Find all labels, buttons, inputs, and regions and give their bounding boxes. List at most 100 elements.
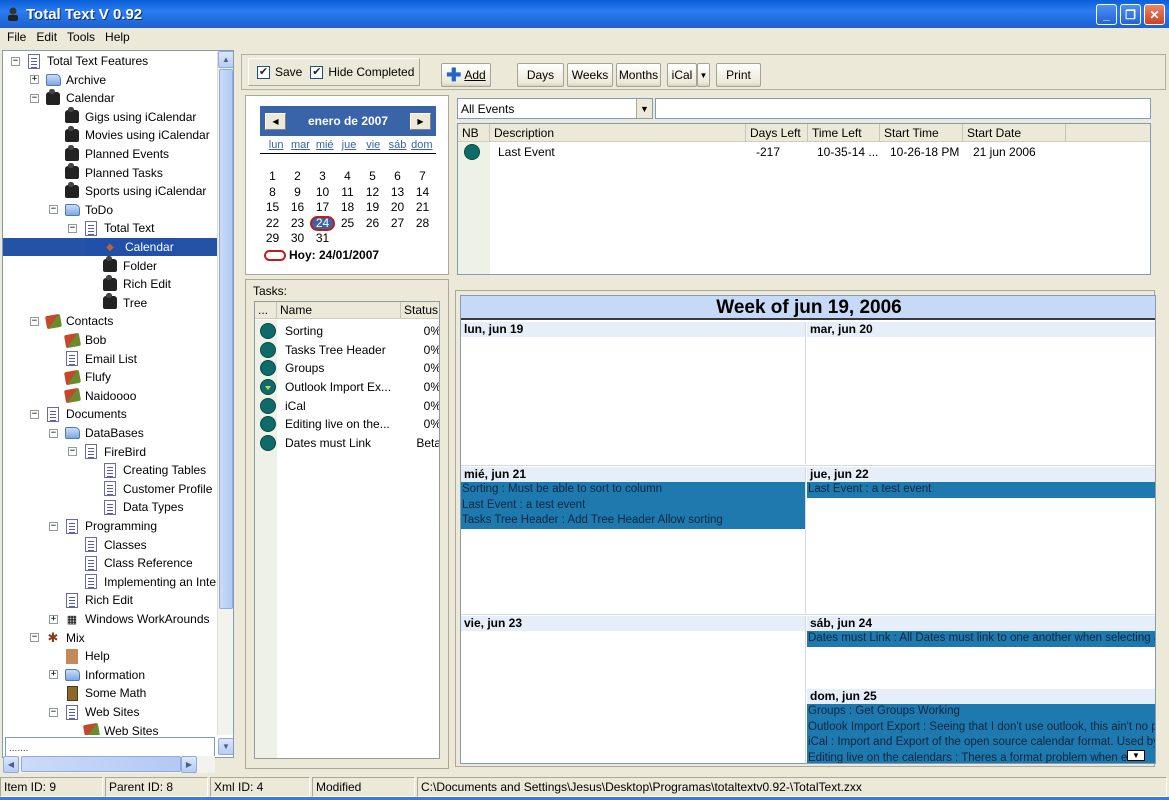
- tree-node[interactable]: Planned Tasks: [49, 163, 163, 182]
- tree-node[interactable]: ◆ Calendar: [87, 238, 176, 256]
- calendar-event[interactable]: Groups : Get Groups Working: [807, 704, 1155, 720]
- tree-expander-minus[interactable]: −: [68, 447, 77, 457]
- ical-button[interactable]: iCal: [667, 63, 697, 87]
- tree-expander-minus[interactable]: −: [30, 316, 39, 326]
- tree-node[interactable]: Some Math: [49, 684, 146, 702]
- tree-node[interactable]: + Information: [49, 666, 145, 684]
- calendar-event[interactable]: Editing live on the calendars : Theres a…: [807, 750, 1155, 763]
- column-header-description[interactable]: Description: [490, 124, 746, 142]
- close-button[interactable]: ✕: [1144, 4, 1165, 25]
- menu-tools[interactable]: Tools: [62, 30, 100, 44]
- calendar-day[interactable]: 5: [360, 169, 385, 185]
- week-day-cell[interactable]: lun, jun 19: [461, 322, 806, 464]
- week-day-cell[interactable]: mié, jun 21 Sorting : Must be able to sor…: [461, 467, 806, 613]
- tree-node[interactable]: − Programming: [49, 517, 157, 535]
- tree-node[interactable]: Help: [49, 647, 110, 665]
- calendar-day[interactable]: 6: [385, 169, 410, 185]
- tree-node[interactable]: Folder: [87, 256, 157, 275]
- calendar-day[interactable]: 3: [310, 169, 335, 185]
- week-day-cell[interactable]: sáb, jun 24 Dates must Link : All Dates m…: [807, 616, 1155, 686]
- tree-expander-minus[interactable]: −: [49, 205, 58, 215]
- week-day-cell[interactable]: mar, jun 20: [807, 322, 1155, 464]
- tree-node[interactable]: Class Reference: [68, 554, 193, 572]
- tree-expander-minus[interactable]: −: [49, 707, 58, 717]
- column-header-start-time[interactable]: Start Time: [880, 124, 963, 142]
- tree-node[interactable]: Flufy: [49, 368, 111, 386]
- chevron-down-icon[interactable]: ▼: [636, 99, 652, 118]
- months-button[interactable]: Months: [616, 63, 661, 87]
- column-header-time-left[interactable]: Time Left: [808, 124, 880, 142]
- calendar-day[interactable]: 10: [310, 185, 335, 201]
- restore-button[interactable]: ❐: [1120, 4, 1141, 25]
- calendar-event[interactable]: Outlook Import Export : Seeing that I do…: [807, 719, 1155, 735]
- tree-horizontal-scrollbar[interactable]: ◀ ▶: [3, 756, 215, 773]
- task-row[interactable]: Outlook Import Ex... 0%: [255, 378, 439, 397]
- tree-node[interactable]: − DataBases: [49, 424, 144, 442]
- tree-node[interactable]: Gigs using iCalendar: [49, 107, 196, 126]
- calendar-day[interactable]: 13: [385, 185, 410, 201]
- scroll-left-button[interactable]: ◀: [3, 756, 19, 773]
- calendar-day[interactable]: 18: [335, 200, 360, 216]
- tree-node[interactable]: − Documents: [30, 405, 127, 423]
- menu-file[interactable]: File: [2, 30, 31, 44]
- week-day-cell[interactable]: jue, jun 22 Last Event : a test event: [807, 467, 1155, 613]
- tree-node[interactable]: Data Types: [87, 498, 183, 516]
- scroll-up-button[interactable]: ▲: [218, 51, 233, 68]
- save-checkbox[interactable]: ✔ Save: [257, 65, 302, 79]
- column-header-flag[interactable]: ...: [255, 302, 277, 318]
- tree-node[interactable]: − ✱ Mix: [30, 629, 85, 647]
- calendar-day[interactable]: 16: [285, 200, 310, 216]
- task-row[interactable]: Groups 0%: [255, 359, 439, 378]
- tree-node[interactable]: Planned Events: [49, 144, 169, 163]
- tree-node[interactable]: + ▦ Windows WorkArounds: [49, 610, 210, 628]
- tree-node[interactable]: Rich Edit: [49, 591, 133, 609]
- tree-node[interactable]: Rich Edit: [87, 274, 171, 293]
- today-link[interactable]: Hoy: 24/01/2007: [264, 248, 379, 262]
- calendar-day[interactable]: 22: [260, 216, 285, 232]
- calendar-day[interactable]: 19: [360, 200, 385, 216]
- calendar-day[interactable]: 24: [310, 215, 335, 232]
- column-header-days-left[interactable]: Days Left: [746, 124, 808, 142]
- tree-expander-minus[interactable]: −: [11, 56, 20, 66]
- more-events-icon[interactable]: ▼: [1127, 750, 1145, 761]
- task-row[interactable]: Dates must Link Beta: [255, 434, 439, 453]
- print-button[interactable]: Print: [716, 63, 761, 87]
- tree-node[interactable]: − Total Text: [68, 219, 154, 237]
- calendar-day[interactable]: 21: [410, 200, 435, 216]
- calendar-day[interactable]: 14: [410, 185, 435, 201]
- tree-node[interactable]: + Archive: [30, 71, 106, 89]
- tree-expander-minus[interactable]: −: [49, 521, 58, 531]
- tree-text-input[interactable]: .......: [5, 737, 215, 757]
- column-header-nb[interactable]: NB: [458, 124, 490, 142]
- tree-expander-minus[interactable]: −: [68, 223, 77, 233]
- task-row[interactable]: Sorting 0%: [255, 322, 439, 341]
- tree-expander-minus[interactable]: −: [49, 428, 58, 438]
- tree-expander-plus[interactable]: +: [49, 670, 58, 680]
- calendar-day[interactable]: 7: [410, 169, 435, 185]
- tree-node[interactable]: − Contacts: [30, 312, 113, 330]
- calendar-event[interactable]: Last Event : a test event: [807, 482, 1155, 498]
- tree-node[interactable]: − ToDo: [49, 201, 113, 219]
- tree-node[interactable]: Bob: [49, 331, 106, 349]
- task-row[interactable]: Tasks Tree Header 0%: [255, 341, 439, 360]
- next-month-button[interactable]: ▶: [409, 112, 431, 130]
- tree-node[interactable]: − Calendar: [30, 88, 115, 107]
- ical-dropdown-button[interactable]: ▼: [697, 63, 710, 87]
- calendar-day[interactable]: 27: [385, 216, 410, 232]
- tree-node[interactable]: − Total Text Features: [11, 52, 148, 70]
- event-row[interactable]: Last Event -217 10-35-14 ... 10-26-18 PM 21 …: [458, 143, 1150, 161]
- previous-month-button[interactable]: ◀: [265, 112, 286, 130]
- tree-expander-minus[interactable]: −: [30, 633, 39, 643]
- tree-node[interactable]: Customer Profile: [87, 480, 212, 498]
- calendar-day[interactable]: 11: [335, 185, 360, 201]
- calendar-event[interactable]: iCal : Import and Export of the open sou…: [807, 735, 1155, 751]
- tree-input-dropdown-button[interactable]: ▼: [218, 738, 233, 755]
- minimize-button[interactable]: _: [1096, 4, 1117, 25]
- tree-node[interactable]: Movies using iCalendar: [49, 125, 210, 144]
- calendar-day[interactable]: 12: [360, 185, 385, 201]
- tree-node[interactable]: Creating Tables: [87, 461, 206, 479]
- tree-node[interactable]: − Web Sites: [49, 703, 139, 721]
- horizontal-scroll-thumb[interactable]: [21, 756, 181, 772]
- calendar-day[interactable]: 15: [260, 200, 285, 216]
- week-day-cell[interactable]: dom, jun 25 Groups : Get Groups Working Ou…: [807, 689, 1155, 763]
